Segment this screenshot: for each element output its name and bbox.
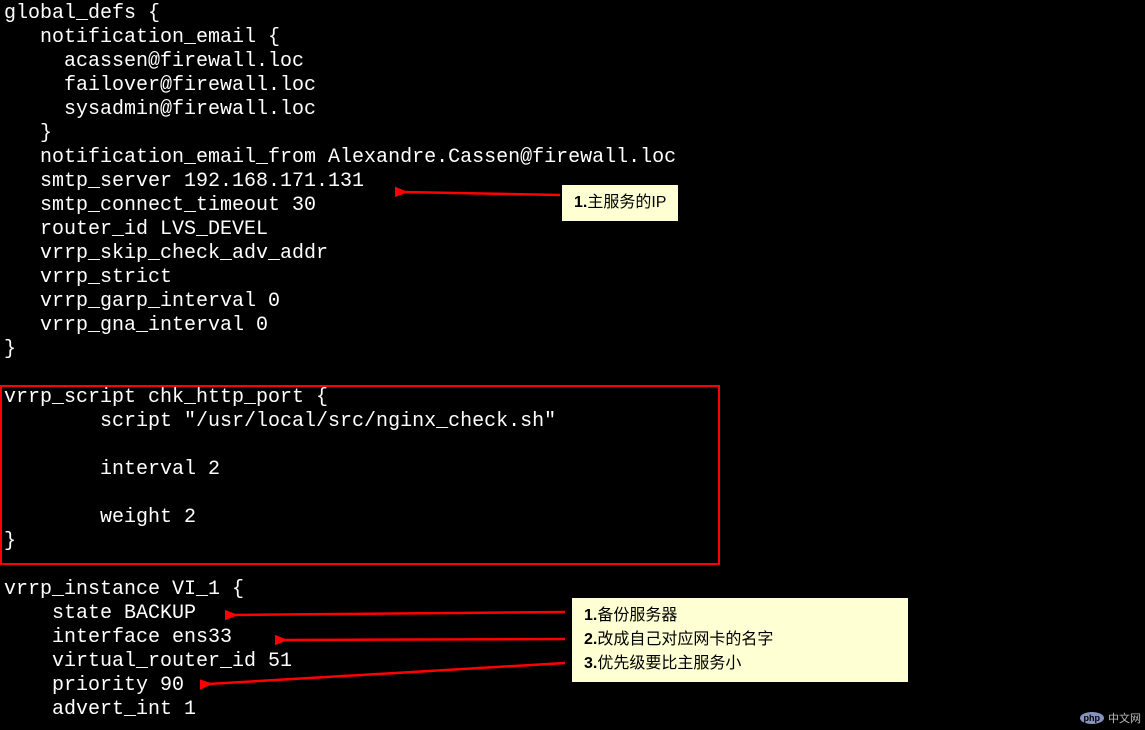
- code-line: notification_email {: [4, 26, 280, 49]
- annotation-number: 1.: [574, 194, 587, 211]
- code-line: vrrp_instance VI_1 {: [4, 578, 244, 601]
- code-line: interval 2: [4, 458, 220, 481]
- annotation-text: 备份服务器: [597, 607, 677, 624]
- annotation-number: 3.: [584, 655, 597, 672]
- code-line: notification_email_from Alexandre.Cassen…: [4, 146, 676, 169]
- code-line: }: [4, 338, 16, 361]
- annotation-number: 2.: [584, 631, 597, 648]
- code-line: weight 2: [4, 506, 196, 529]
- code-line: advert_int 1: [4, 698, 196, 721]
- code-line: vrrp_script chk_http_port {: [4, 386, 328, 409]
- code-line: vrrp_skip_check_adv_addr: [4, 242, 328, 265]
- annotation-backup-config: 1.备份服务器 2.改成自己对应网卡的名字 3.优先级要比主服务小: [570, 596, 910, 684]
- code-line: router_id LVS_DEVEL: [4, 218, 268, 241]
- code-line: smtp_server 192.168.171.131: [4, 170, 364, 193]
- code-line: sysadmin@firewall.loc: [4, 98, 316, 121]
- code-line: }: [4, 122, 52, 145]
- code-line: acassen@firewall.loc: [4, 50, 304, 73]
- watermark-text: 中文网: [1108, 710, 1141, 726]
- code-line: smtp_connect_timeout 30: [4, 194, 316, 217]
- code-line: state BACKUP: [4, 602, 196, 625]
- code-line: virtual_router_id 51: [4, 650, 292, 673]
- code-line: interface ens33: [4, 626, 232, 649]
- code-line: }: [4, 530, 16, 553]
- annotation-master-ip: 1.主服务的IP: [560, 183, 680, 223]
- watermark: php 中文网: [1080, 710, 1142, 726]
- code-line: vrrp_strict: [4, 266, 172, 289]
- annotation-text: 主服务的IP: [587, 194, 666, 211]
- annotation-text: 改成自己对应网卡的名字: [597, 631, 773, 648]
- code-line: priority 90: [4, 674, 184, 697]
- annotation-text: 优先级要比主服务小: [597, 655, 741, 672]
- annotation-number: 1.: [584, 607, 597, 624]
- php-badge: php: [1080, 712, 1105, 724]
- code-line: script "/usr/local/src/nginx_check.sh": [4, 410, 556, 433]
- code-line: vrrp_gna_interval 0: [4, 314, 268, 337]
- code-line: vrrp_garp_interval 0: [4, 290, 280, 313]
- code-line: global_defs {: [4, 2, 160, 25]
- code-line: failover@firewall.loc: [4, 74, 316, 97]
